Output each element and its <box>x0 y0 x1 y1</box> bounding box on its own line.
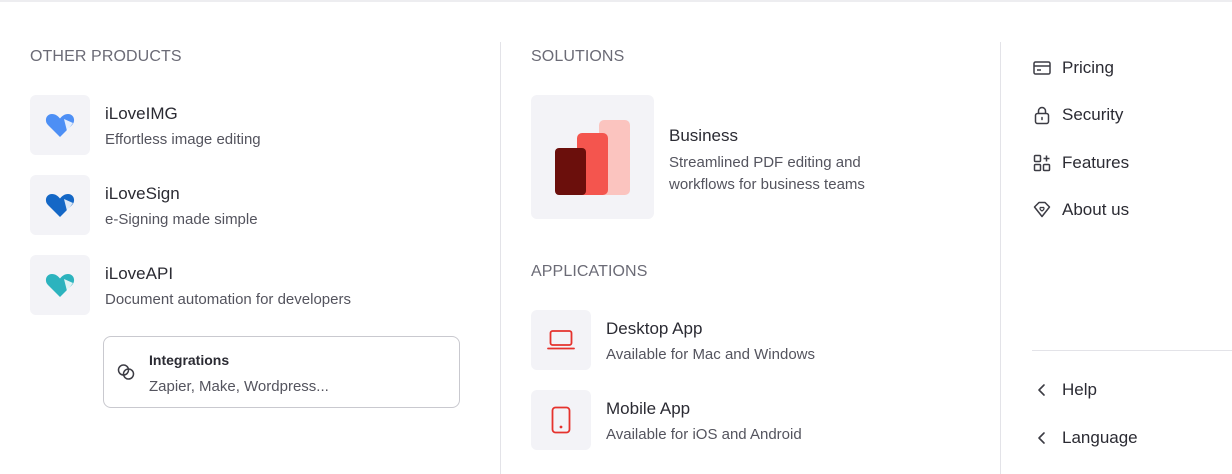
applications-heading: APPLICATIONS <box>531 263 648 280</box>
solutions-heading: SOLUTIONS <box>531 48 625 65</box>
mobile-app-item[interactable]: Mobile App Available for iOS and Android <box>531 390 971 450</box>
business-chart-icon <box>531 95 654 219</box>
nav-label: Pricing <box>1062 58 1114 77</box>
nav-about-us[interactable]: About us <box>1032 198 1129 222</box>
app-description: Available for Mac and Windows <box>606 346 815 363</box>
product-iloveapi[interactable]: iLoveAPI Document automation for develop… <box>30 255 470 315</box>
nav-features[interactable]: Features <box>1032 151 1129 175</box>
chevron-left-icon <box>1032 428 1052 448</box>
product-description: Document automation for developers <box>105 291 351 308</box>
app-title: Mobile App <box>606 399 691 418</box>
lock-icon <box>1032 105 1052 125</box>
laptop-icon <box>531 310 591 370</box>
nav-language[interactable]: Language <box>1032 426 1138 450</box>
product-description: e-Signing made simple <box>105 211 258 228</box>
products-mega-menu: OTHER PRODUCTS iLoveIMG Effortless image… <box>0 0 1232 474</box>
integrations-description: Zapier, Make, Wordpress... <box>149 378 329 395</box>
nav-label: Language <box>1062 428 1138 447</box>
ilovesign-logo-icon <box>30 175 90 235</box>
link-circles-icon <box>117 364 135 380</box>
nav-label: Security <box>1062 105 1124 124</box>
phone-icon <box>531 390 591 450</box>
column-divider <box>1000 42 1001 474</box>
app-title: Desktop App <box>606 319 703 338</box>
integrations-title: Integrations <box>149 352 230 368</box>
desktop-app-item[interactable]: Desktop App Available for Mac and Window… <box>531 310 971 370</box>
nav-label: Features <box>1062 153 1130 172</box>
product-title: iLoveAPI <box>105 264 174 283</box>
iloveimg-logo-icon <box>30 95 90 155</box>
app-description: Available for iOS and Android <box>606 426 802 443</box>
nav-security[interactable]: Security <box>1032 103 1123 127</box>
nav-divider <box>1032 350 1232 351</box>
iloveapi-logo-icon <box>30 255 90 315</box>
grid-plus-icon <box>1032 153 1052 173</box>
business-description: Streamlined PDF editing and workflows fo… <box>669 154 865 193</box>
column-divider <box>500 42 501 474</box>
nav-label: About us <box>1062 200 1130 219</box>
product-title: iLoveIMG <box>105 104 178 123</box>
other-products-heading: OTHER PRODUCTS <box>30 48 182 65</box>
business-solution[interactable]: Business Streamlined PDF editing and wor… <box>531 95 951 219</box>
chevron-left-icon <box>1032 380 1052 400</box>
business-title: Business <box>669 126 738 145</box>
product-title: iLoveSign <box>105 184 180 203</box>
product-ilovesign[interactable]: iLoveSign e-Signing made simple <box>30 175 470 235</box>
nav-label: Help <box>1062 380 1097 399</box>
credit-card-icon <box>1032 58 1052 78</box>
nav-help[interactable]: Help <box>1032 378 1097 402</box>
nav-pricing[interactable]: Pricing <box>1032 56 1114 80</box>
tag-heart-icon <box>1032 200 1052 220</box>
product-iloveimg[interactable]: iLoveIMG Effortless image editing <box>30 95 470 155</box>
product-description: Effortless image editing <box>105 131 261 148</box>
integrations-card[interactable]: Integrations Zapier, Make, Wordpress... <box>103 336 460 408</box>
